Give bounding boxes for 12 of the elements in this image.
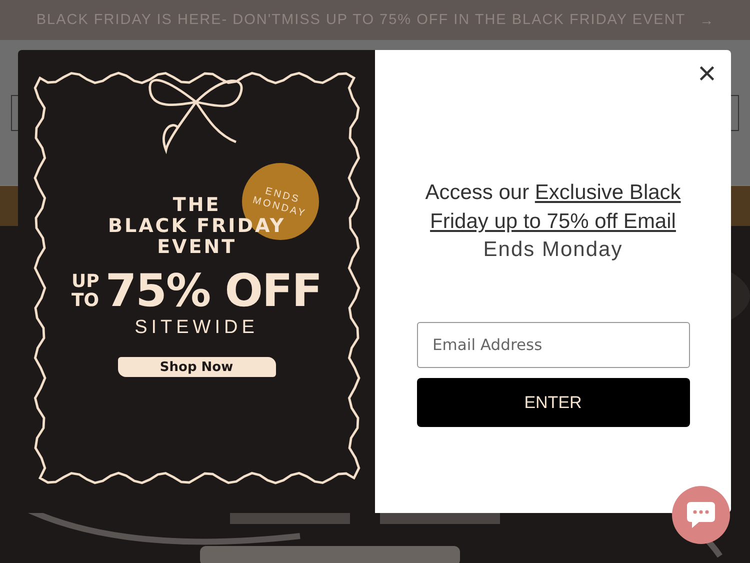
discount-text: 75% OFF bbox=[105, 264, 322, 317]
sitewide-text: SITEWIDE bbox=[134, 317, 258, 339]
popup-heading: Access our Exclusive Black Friday up to 75% off Email bbox=[424, 180, 682, 235]
chat-icon bbox=[685, 500, 717, 530]
event-title-line: THE bbox=[172, 195, 221, 216]
close-button[interactable]: × bbox=[695, 60, 719, 86]
email-field[interactable]: Email Address bbox=[416, 322, 690, 368]
enter-button[interactable]: ENTER bbox=[416, 378, 690, 427]
shop-now-button[interactable]: Shop Now bbox=[118, 357, 276, 377]
up-to-label: UP TO bbox=[72, 272, 100, 310]
event-title-line: EVENT bbox=[157, 237, 237, 258]
popup-subheading: Ends Monday bbox=[483, 238, 623, 262]
